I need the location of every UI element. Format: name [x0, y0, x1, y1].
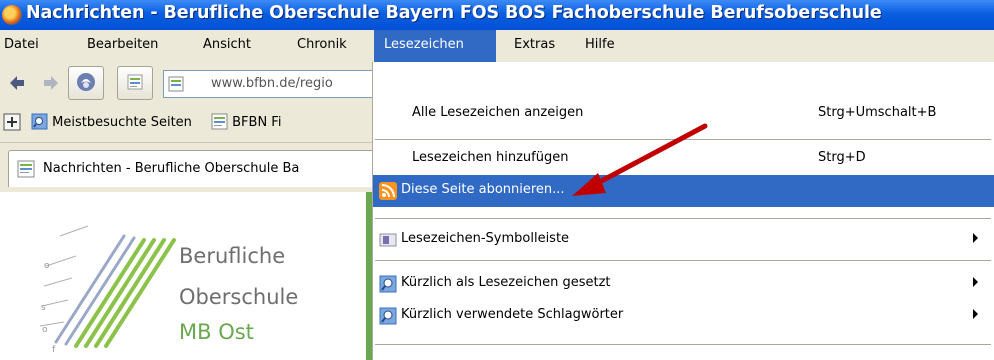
- url-field[interactable]: www.bfbn.de/regio: [163, 70, 377, 98]
- bookmark-label: BFBN Fi: [232, 115, 282, 130]
- lesezeichen-dropdown: Alle Lesezeichen anzeigen Strg+Umschalt+…: [372, 62, 994, 360]
- menu-item-kuerzlich-gesetzt[interactable]: Kürzlich als Lesezeichen gesetzt: [373, 268, 994, 300]
- menu-item-label: Alle Lesezeichen anzeigen: [412, 105, 584, 120]
- search-folder-icon: [31, 113, 48, 130]
- submenu-arrow-icon: [973, 233, 978, 243]
- menu-item-alle-lesezeichen[interactable]: Alle Lesezeichen anzeigen Strg+Umschalt+…: [373, 98, 994, 130]
- menubar: Datei Bearbeiten Ansicht Chronik Lesezei…: [0, 30, 994, 62]
- tab-strip: Nachrichten - Berufliche Oberschule Ba: [0, 142, 380, 193]
- page-icon: [17, 160, 35, 178]
- menu-item-label: Kürzlich als Lesezeichen gesetzt: [401, 275, 611, 290]
- bookmarks-toolbar: Meistbesuchte Seiten BFBN Fi: [0, 102, 372, 142]
- logo-line-1: Berufliche: [179, 244, 286, 268]
- page-button[interactable]: [117, 66, 153, 100]
- window-title: Nachrichten - Berufliche Oberschule Baye…: [26, 3, 882, 23]
- page-icon: [211, 113, 228, 130]
- menu-item-lesezeichen-hinzufuegen[interactable]: Lesezeichen hinzufügen Strg+D: [373, 143, 994, 175]
- menu-item-label: Diese Seite abonnieren...: [401, 182, 565, 197]
- logo-ruler-letter: f: [52, 345, 56, 355]
- toolbar-folder-icon: [379, 233, 397, 247]
- menu-datei[interactable]: Datei: [2, 30, 54, 62]
- logo-line-3: MB Ost: [179, 320, 254, 344]
- menu-extras[interactable]: Extras: [514, 30, 564, 62]
- school-logo-graphic: o s o f: [39, 225, 176, 355]
- logo-ruler-letter: o: [42, 325, 48, 335]
- rss-feed-icon: [379, 182, 397, 200]
- url-path: /regio: [295, 76, 333, 91]
- menu-hilfe[interactable]: Hilfe: [585, 30, 625, 62]
- url-host: www.bfbn.de: [211, 76, 296, 91]
- search-folder-icon: [379, 307, 397, 325]
- logo-line-2: Oberschule: [179, 285, 299, 309]
- submenu-arrow-icon: [973, 277, 978, 287]
- menu-separator: [375, 260, 991, 261]
- menu-bearbeiten[interactable]: Bearbeiten: [55, 30, 197, 62]
- firefox-icon: [2, 5, 22, 25]
- new-tab-plus-icon[interactable]: [3, 113, 21, 131]
- menu-separator: [375, 218, 991, 219]
- search-folder-icon: [379, 275, 397, 293]
- menu-separator: [375, 344, 991, 345]
- tab-title: Nachrichten - Berufliche Oberschule Ba: [43, 161, 300, 176]
- bookmark-label: Meistbesuchte Seiten: [52, 115, 192, 130]
- submenu-arrow-icon: [973, 309, 978, 319]
- menu-item-label: Lesezeichen-Symbolleiste: [401, 231, 570, 246]
- back-button[interactable]: [2, 70, 32, 96]
- back-arrow-icon: [10, 76, 24, 90]
- home-icon: [77, 73, 95, 91]
- tab-active[interactable]: Nachrichten - Berufliche Oberschule Ba: [8, 150, 380, 187]
- menu-item-shortcut: Strg+Umschalt+B: [818, 105, 937, 120]
- menu-item-schlagwoerter[interactable]: Kürzlich verwendete Schlagwörter: [373, 300, 994, 332]
- menu-chronik[interactable]: Chronik: [297, 30, 367, 62]
- menu-ansicht[interactable]: Ansicht: [203, 30, 273, 62]
- forward-button[interactable]: [36, 70, 66, 96]
- bookmark-meistbesuchte[interactable]: Meistbesuchte Seiten: [31, 113, 192, 130]
- forward-arrow-icon: [44, 76, 58, 90]
- menu-separator: [375, 139, 991, 140]
- page-icon: [127, 74, 143, 90]
- menu-item-shortcut: Strg+D: [818, 150, 866, 165]
- navigation-toolbar: www.bfbn.de/regio: [0, 62, 377, 102]
- menu-lesezeichen[interactable]: Lesezeichen: [374, 30, 496, 62]
- home-button[interactable]: [68, 66, 104, 100]
- logo-ruler-letter: s: [41, 303, 46, 313]
- bookmark-bfbn[interactable]: BFBN Fi: [211, 113, 281, 130]
- window-titlebar[interactable]: Nachrichten - Berufliche Oberschule Baye…: [0, 0, 994, 30]
- menu-item-label: Lesezeichen hinzufügen: [412, 150, 569, 165]
- page-favicon-icon: [168, 76, 184, 92]
- url-text: www.bfbn.de/regio: [211, 76, 333, 91]
- page-content: o s o f Berufliche Oberschule MB Ost: [0, 192, 372, 360]
- menu-item-symbolleiste[interactable]: Lesezeichen-Symbolleiste: [373, 224, 994, 256]
- menu-item-label: Kürzlich verwendete Schlagwörter: [401, 307, 624, 322]
- menu-item-seite-abonnieren[interactable]: Diese Seite abonnieren...: [373, 175, 994, 207]
- logo-ruler-letter: o: [44, 261, 50, 271]
